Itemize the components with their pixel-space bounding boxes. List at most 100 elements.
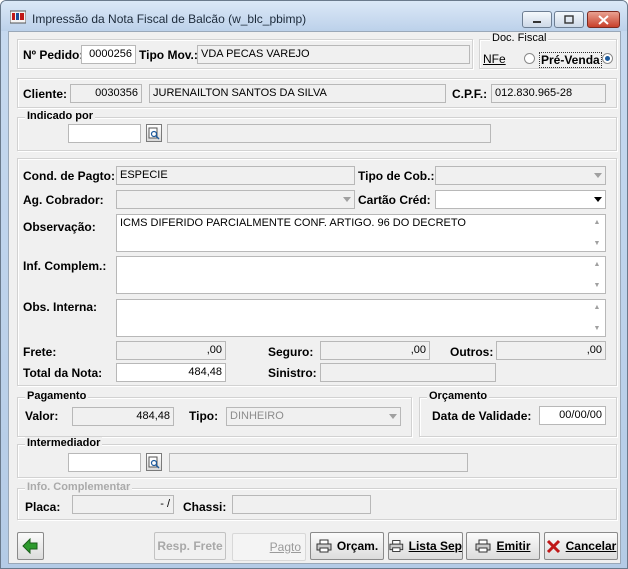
inf-complem-textarea[interactable]: ▲ ▼: [116, 256, 606, 294]
minimize-icon: [533, 20, 541, 23]
close-button[interactable]: [587, 11, 620, 28]
valor-field: 484,48: [72, 407, 174, 426]
cpf-field: 012.830.965-28: [491, 84, 606, 103]
intermediador-title: Intermediador: [25, 437, 103, 449]
scroll-down-icon: ▼: [593, 325, 601, 332]
pagamento-title: Pagamento: [25, 390, 89, 402]
exit-button[interactable]: [17, 532, 44, 560]
inf-complem-scrollbar[interactable]: ▲ ▼: [590, 258, 604, 292]
scroll-down-icon: ▼: [593, 240, 601, 247]
orcam-label: Orçam.: [336, 539, 379, 553]
outros-label: Outros:: [450, 345, 494, 359]
tipo-cob-select[interactable]: [435, 166, 606, 185]
observacao-scrollbar[interactable]: ▲ ▼: [590, 216, 604, 250]
cond-pagto-label: Cond. de Pagto:: [23, 169, 115, 183]
intermediador-name-field: [169, 453, 468, 472]
printer-icon: [316, 539, 332, 553]
pre-venda-radio[interactable]: [602, 53, 613, 64]
chevron-down-icon: [592, 170, 603, 181]
validade-label: Data de Validade:: [432, 409, 532, 423]
cartao-cred-select[interactable]: [435, 190, 606, 209]
info-complementar-title: Info. Complementar: [25, 481, 133, 493]
sinistro-field[interactable]: [320, 363, 496, 382]
scroll-up-icon: ▲: [593, 219, 601, 226]
close-icon: [598, 14, 609, 25]
intermediador-code-field[interactable]: [68, 453, 141, 472]
printer-icon: [475, 539, 491, 553]
indicado-title: Indicado por: [25, 110, 95, 122]
orcam-button[interactable]: Orçam.: [310, 532, 384, 560]
seguro-label: Seguro:: [268, 345, 314, 359]
tipo-label: Tipo:: [189, 409, 219, 423]
window-title: Impressão da Nota Fiscal de Balcão (w_bl…: [32, 12, 307, 26]
obs-interna-scrollbar[interactable]: ▲ ▼: [590, 301, 604, 335]
tipo-pagamento-value: DINHEIRO: [230, 410, 284, 422]
app-icon: [9, 10, 27, 24]
lista-sep-button[interactable]: Lista Sep: [388, 532, 463, 560]
tipo-mov-label: Tipo Mov.:: [139, 48, 198, 62]
minimize-button[interactable]: [522, 11, 552, 28]
indicado-lookup-button[interactable]: [146, 124, 162, 142]
cancelar-button[interactable]: Cancelar: [544, 532, 618, 560]
cancel-x-icon: [546, 539, 560, 553]
observacao-label: Observação:: [23, 220, 96, 234]
chevron-down-icon: [387, 411, 398, 422]
chassi-label: Chassi:: [183, 500, 227, 514]
chevron-down-icon: [592, 194, 603, 205]
ag-cobrador-select[interactable]: [116, 190, 355, 209]
frete-field[interactable]: ,00: [116, 341, 226, 360]
scroll-down-icon: ▼: [593, 282, 601, 289]
frete-label: Frete:: [23, 345, 57, 359]
resp-frete-button[interactable]: Resp. Frete: [154, 532, 226, 560]
valor-label: Valor:: [25, 409, 59, 423]
placa-field[interactable]: - /: [72, 495, 174, 514]
intermediador-lookup-button[interactable]: [146, 453, 162, 471]
pagto-label: Pagto: [269, 540, 301, 554]
scroll-up-icon: ▲: [593, 261, 601, 268]
emitir-button[interactable]: Emitir: [466, 532, 540, 560]
cliente-name-field: JURENAILTON SANTOS DA SILVA: [149, 84, 446, 103]
cliente-label: Cliente:: [23, 87, 68, 101]
chassi-field[interactable]: [232, 495, 371, 514]
inf-complem-label: Inf. Complem.:: [23, 259, 107, 273]
scroll-up-icon: ▲: [593, 304, 601, 311]
maximize-button[interactable]: [554, 11, 584, 28]
indicado-code-field[interactable]: [68, 124, 141, 143]
client-area: Nº Pedido: 0000256 Tipo Mov.: VDA PECAS …: [8, 31, 621, 564]
exit-arrow-icon: [21, 538, 37, 554]
printer-icon: [389, 540, 404, 552]
lookup-icon: [148, 127, 160, 139]
pre-venda-label[interactable]: Pré-Venda: [539, 52, 602, 68]
lookup-icon: [148, 456, 160, 468]
total-field: 484,48: [116, 363, 226, 382]
tipo-mov-field: VDA PECAS VAREJO: [197, 45, 470, 64]
lista-sep-label: Lista Sep: [408, 539, 462, 553]
cartao-cred-label: Cartão Créd:: [358, 193, 431, 207]
pedido-label: Nº Pedido:: [23, 48, 84, 62]
doc-fiscal-title: Doc. Fiscal: [490, 32, 549, 44]
cancelar-label: Cancelar: [565, 539, 617, 553]
orcamento-title: Orçamento: [427, 390, 490, 402]
observacao-textarea[interactable]: ICMS DIFERIDO PARCIALMENTE CONF. ARTIGO.…: [116, 214, 606, 252]
observacao-text: ICMS DIFERIDO PARCIALMENTE CONF. ARTIGO.…: [120, 217, 466, 229]
emitir-label: Emitir: [496, 539, 531, 553]
validade-field[interactable]: 00/00/00: [539, 406, 606, 425]
outros-field[interactable]: ,00: [496, 341, 606, 360]
title-bar: Impressão da Nota Fiscal de Balcão (w_bl…: [1, 1, 627, 31]
nfe-label[interactable]: NFe: [483, 52, 506, 66]
pedido-field[interactable]: 0000256: [81, 45, 136, 64]
indicado-name-field: [167, 124, 491, 143]
obs-interna-label: Obs. Interna:: [23, 300, 98, 314]
chevron-down-icon: [341, 194, 352, 205]
pagto-button[interactable]: Pagto: [232, 533, 306, 561]
placa-label: Placa:: [25, 500, 61, 514]
cliente-code-field[interactable]: 0030356: [70, 84, 142, 103]
maximize-icon: [564, 15, 574, 24]
tipo-pagamento-select[interactable]: DINHEIRO: [226, 407, 401, 426]
obs-interna-textarea[interactable]: ▲ ▼: [116, 299, 606, 337]
seguro-field[interactable]: ,00: [320, 341, 430, 360]
cond-pagto-field[interactable]: ESPECIE: [116, 166, 355, 185]
cpf-label: C.P.F.:: [452, 87, 488, 101]
nfe-radio[interactable]: [524, 53, 535, 64]
total-label: Total da Nota:: [23, 366, 103, 380]
